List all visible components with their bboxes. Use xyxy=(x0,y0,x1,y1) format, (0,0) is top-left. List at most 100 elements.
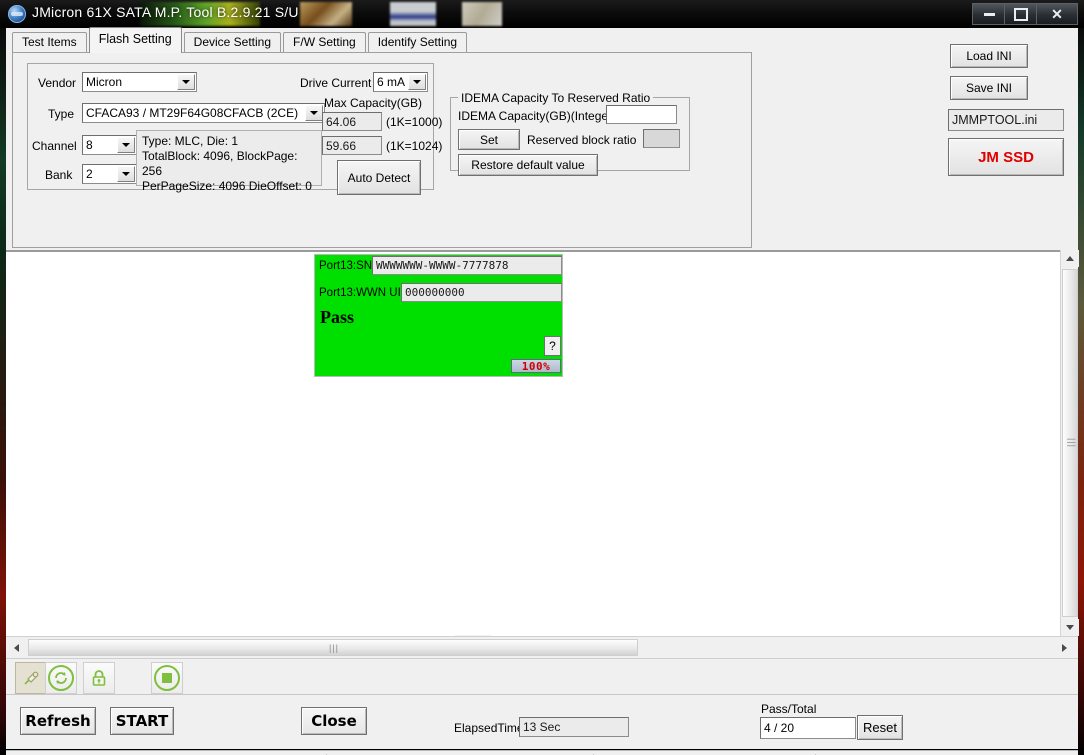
chevron-left-icon xyxy=(13,643,19,652)
idema-capacity-label: IDEMA Capacity(GB)(Integer) xyxy=(458,109,617,123)
start-button[interactable]: START xyxy=(110,707,174,735)
tab-strip: Test Items Flash Setting Device Setting … xyxy=(12,27,469,53)
idema-capacity-input[interactable] xyxy=(606,105,677,124)
status-badge: Pass xyxy=(320,307,355,327)
pin-icon xyxy=(24,671,39,685)
application-window: JMicron 61X SATA M.P. Tool B.2.9.21 S/U … xyxy=(0,0,1084,755)
drive-current-arrow[interactable] xyxy=(408,74,426,90)
idema-group: IDEMA Capacity To Reserved Ratio IDEMA C… xyxy=(450,91,690,176)
tab-test-items[interactable]: Test Items xyxy=(12,32,87,53)
max-capacity-1000-field[interactable]: 64.06 xyxy=(322,112,382,131)
help-button[interactable]: ? xyxy=(544,336,561,356)
auto-detect-button[interactable]: Auto Detect xyxy=(337,160,421,195)
vendor-combo-value: Micron xyxy=(86,75,123,89)
type-label: Type xyxy=(48,107,75,121)
bank-combo[interactable]: 2 xyxy=(82,164,137,184)
max-capacity-1000-unit: (1K=1000) xyxy=(386,115,443,129)
ini-file-field[interactable]: JMMPTOOL.ini xyxy=(948,109,1064,131)
max-capacity-1024-value: 59.66 xyxy=(326,138,357,153)
progress-bar: 100% xyxy=(511,359,561,373)
tab-flash-setting[interactable]: Flash Setting xyxy=(88,27,182,53)
vertical-scrollbar[interactable]: ||| xyxy=(1060,250,1079,636)
scroll-thumb-grip: ||| xyxy=(1067,438,1077,449)
refresh-icon xyxy=(48,665,74,691)
channel-combo[interactable]: 8 xyxy=(82,135,137,155)
pass-total-field[interactable]: 4 / 20 xyxy=(760,717,856,739)
background-thumbnail-4 xyxy=(462,2,502,26)
horizontal-scroll-thumb[interactable]: ||| xyxy=(28,639,638,656)
vendor-combo[interactable]: Micron xyxy=(82,72,197,92)
window-title: JMicron 61X SATA M.P. Tool B.2.9.21 S/U xyxy=(32,4,299,20)
reserved-ratio-field xyxy=(643,129,680,148)
reserved-ratio-label: Reserved block ratio xyxy=(527,133,637,147)
scroll-left-button[interactable] xyxy=(8,639,24,656)
minimize-button[interactable] xyxy=(972,3,1006,25)
tab-identify-setting[interactable]: Identify Setting xyxy=(367,32,468,53)
ini-panel: Load INI Save INI JMMPTOOL.ini JM SSD xyxy=(942,34,1072,214)
idema-set-button[interactable]: Set xyxy=(458,129,520,150)
flash-info-line-2: TotalBlock: 4096, BlockPage: 256 xyxy=(142,149,298,178)
sn-input[interactable]: WWWWWWW-WWWW-7777878 xyxy=(372,256,562,275)
drive-current-label: Drive Current xyxy=(300,76,372,90)
type-combo[interactable]: CFACA93 / MT29F64G08CFACB (2CE) xyxy=(82,103,325,123)
bank-combo-arrow[interactable] xyxy=(117,166,135,182)
lock-icon xyxy=(92,670,106,686)
flash-info-line-1: Type: MLC, Die: 1 xyxy=(142,134,239,148)
tab-fw-setting[interactable]: F/W Setting xyxy=(283,32,366,53)
max-capacity-1024-field[interactable]: 59.66 xyxy=(322,136,382,155)
channel-combo-arrow[interactable] xyxy=(117,137,135,153)
port-result-panel[interactable]: Port13:SN WWWWWWW-WWWW-7777878 Port13:WW… xyxy=(314,254,563,377)
background-thumbnail-3 xyxy=(390,2,436,26)
save-ini-button[interactable]: Save INI xyxy=(950,76,1028,100)
window-edge-right xyxy=(1078,28,1084,755)
sn-label: Port13:SN xyxy=(319,260,373,272)
pin-icon-button[interactable] xyxy=(15,662,47,694)
client-area: Test Items Flash Setting Device Setting … xyxy=(6,27,1079,755)
refresh-icon-button[interactable] xyxy=(45,662,77,694)
jm-ssd-brand-button[interactable]: JM SSD xyxy=(948,138,1064,176)
chevron-down-icon xyxy=(1066,625,1074,630)
drive-current-value: 6 mA xyxy=(377,75,406,89)
close-button[interactable]: ✕ xyxy=(1036,3,1078,25)
tab-device-setting[interactable]: Device Setting xyxy=(183,32,282,53)
refresh-arrows-icon xyxy=(55,672,67,684)
vertical-scroll-thumb[interactable]: ||| xyxy=(1062,269,1078,617)
status-bar: Flash: CFACA93(0x0851), Channel: 8, Bank… xyxy=(6,750,1078,755)
channel-label: Channel xyxy=(32,139,77,153)
scroll-thumb-grip: ||| xyxy=(329,643,340,653)
chevron-right-icon xyxy=(1061,643,1067,652)
flash-info-line-3: PerPageSize: 4096 DieOffset: 0 xyxy=(142,179,312,193)
progress-value: 100% xyxy=(521,359,551,373)
elapsed-time-value: 13 Sec xyxy=(523,720,561,734)
maximize-button[interactable] xyxy=(1004,3,1038,25)
scroll-down-button[interactable] xyxy=(1061,619,1079,636)
close-icon: ✕ xyxy=(1051,6,1063,22)
drive-current-combo[interactable]: 6 mA xyxy=(373,72,428,92)
refresh-button[interactable]: Refresh xyxy=(20,707,96,735)
reset-button[interactable]: Reset xyxy=(857,715,903,740)
chevron-down-icon xyxy=(122,172,130,176)
stop-icon-button[interactable] xyxy=(151,662,183,694)
load-ini-button[interactable]: Load INI xyxy=(950,44,1028,68)
wwn-value: 000000000 xyxy=(405,286,465,299)
scroll-right-button[interactable] xyxy=(1056,639,1072,656)
maximize-icon xyxy=(1014,7,1028,21)
icon-toolbar xyxy=(6,658,1078,695)
command-bar: Refresh START Close ElapsedTime 13 Sec P… xyxy=(6,694,1078,749)
vendor-combo-arrow[interactable] xyxy=(177,74,195,90)
scroll-up-button[interactable] xyxy=(1061,250,1079,267)
chevron-down-icon xyxy=(413,80,421,84)
title-bar: JMicron 61X SATA M.P. Tool B.2.9.21 S/U … xyxy=(0,0,1084,28)
type-combo-arrow[interactable] xyxy=(305,105,323,121)
max-capacity-label: Max Capacity(GB) xyxy=(324,96,423,110)
bank-label: Bank xyxy=(45,168,73,182)
sn-value: WWWWWWW-WWWW-7777878 xyxy=(376,259,509,272)
lock-icon-button[interactable] xyxy=(83,662,115,694)
restore-default-button[interactable]: Restore default value xyxy=(458,154,598,176)
wwn-input[interactable]: 000000000 xyxy=(401,283,562,302)
horizontal-scrollbar[interactable]: ||| xyxy=(6,636,1078,658)
bank-combo-value: 2 xyxy=(86,167,93,181)
chevron-down-icon xyxy=(310,111,318,115)
minimize-icon xyxy=(983,12,995,16)
close-button-main[interactable]: Close xyxy=(301,707,367,735)
